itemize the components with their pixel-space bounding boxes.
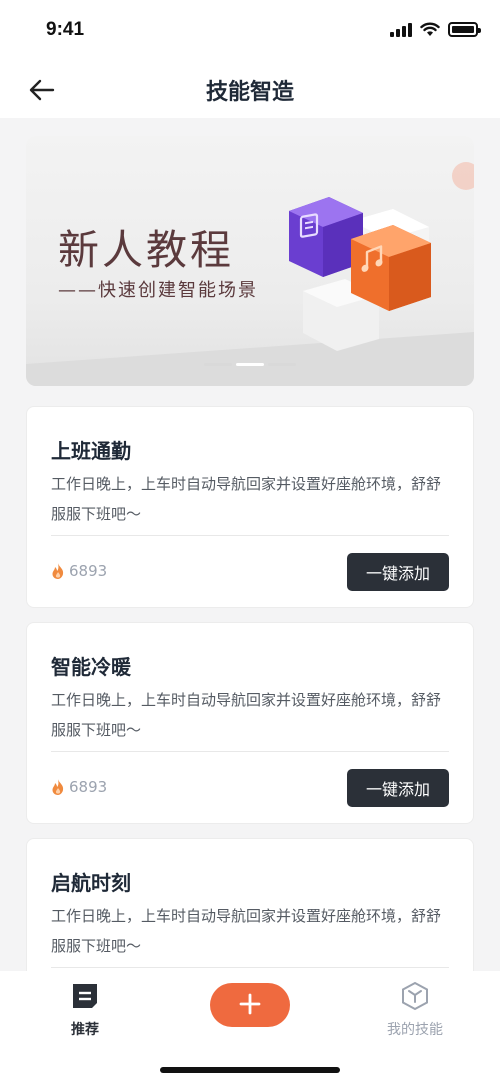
popularity-count: 6893: [51, 562, 107, 580]
flame-icon: [52, 779, 64, 795]
tab-recommend-label: 推荐: [71, 1022, 99, 1038]
status-time: 9:41: [46, 19, 85, 40]
card-title: 启航时刻: [51, 871, 131, 895]
card-divider: [51, 535, 449, 536]
nav-bar: 技能智造: [0, 60, 500, 118]
tab-my-skills-label: 我的技能: [387, 1022, 443, 1038]
tutorial-banner[interactable]: 新人教程 ——快速创建智能场景: [26, 136, 474, 386]
battery-icon: [448, 22, 481, 37]
skill-card[interactable]: 上班通勤 工作日晚上，上车时自动导航回家并设置好座舱环境，舒舒服服下班吧～ 68…: [26, 406, 474, 608]
status-bar: 9:41: [0, 0, 500, 60]
popularity-count: 6893: [51, 778, 107, 796]
card-divider: [51, 751, 449, 752]
card-description: 工作日晚上，上车时自动导航回家并设置好座舱环境，舒舒服服下班吧～: [51, 691, 442, 739]
banner-pagination: [204, 363, 296, 366]
banner-subtitle: ——快速创建智能场景: [58, 280, 258, 301]
one-click-add-button[interactable]: 一键添加: [347, 769, 449, 807]
card-description: 工作日晚上，上车时自动导航回家并设置好座舱环境，舒舒服服下班吧～: [51, 475, 442, 523]
home-indicator: [160, 1067, 340, 1073]
one-click-add-button[interactable]: 一键添加: [347, 553, 449, 591]
card-divider: [51, 967, 449, 968]
create-skill-button[interactable]: [210, 983, 290, 1027]
status-icons: [390, 22, 481, 37]
signal-icon: [390, 23, 412, 37]
skill-card[interactable]: 智能冷暖 工作日晚上，上车时自动导航回家并设置好座舱环境，舒舒服服下班吧～ 68…: [26, 622, 474, 824]
cube-icon: [402, 981, 428, 1011]
page-title: 技能智造: [205, 80, 294, 105]
banner-cubes-illustration: [289, 197, 431, 351]
banner-title: 新人教程: [58, 226, 234, 274]
card-title: 上班通勤: [51, 439, 131, 463]
card-description: 工作日晚上，上车时自动导航回家并设置好座舱环境，舒舒服服下班吧～: [51, 907, 442, 955]
tab-my-skills[interactable]: 我的技能: [370, 981, 460, 1039]
count-value: 6893: [69, 778, 108, 796]
wifi-icon: [420, 22, 440, 36]
flame-icon: [52, 563, 64, 579]
card-title: 智能冷暖: [51, 655, 131, 679]
count-value: 6893: [69, 562, 108, 580]
plus-icon: [239, 993, 261, 1014]
tab-recommend[interactable]: 推荐: [40, 981, 130, 1039]
recommend-icon: [73, 984, 97, 1008]
